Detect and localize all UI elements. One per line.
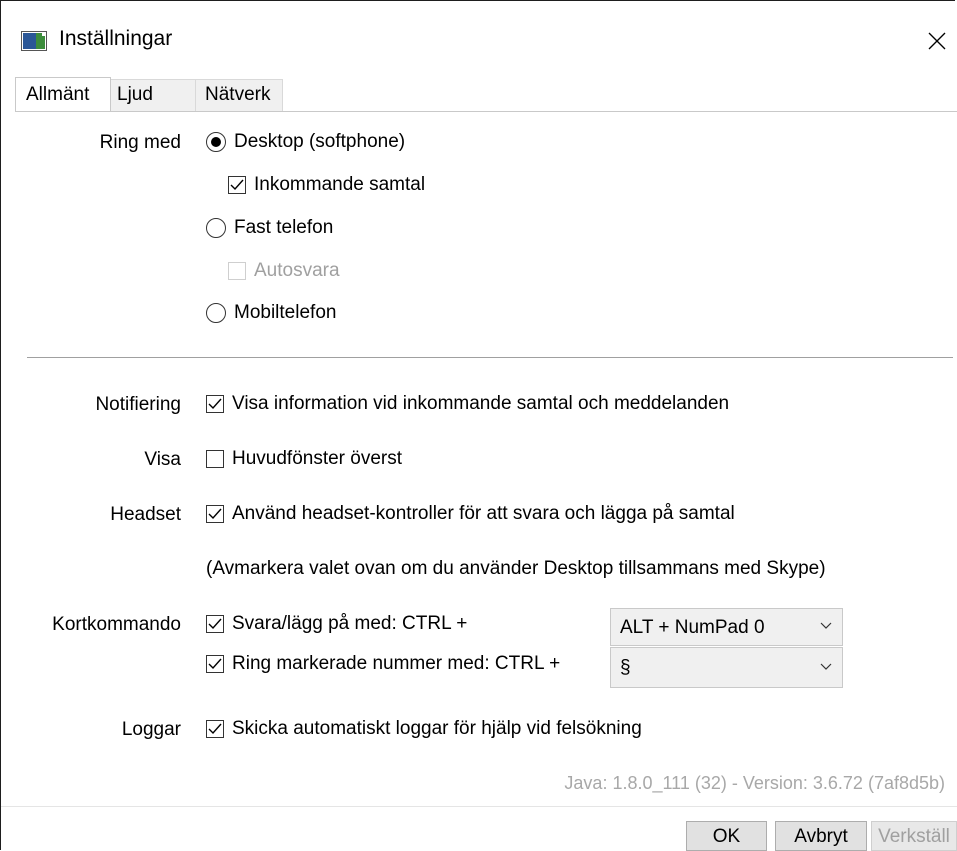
radio-dot (211, 137, 221, 147)
call-shortcut-select[interactable]: § (610, 647, 843, 688)
radio-mobile-label: Mobiltelefon (234, 302, 337, 323)
radio-mobile-phone[interactable]: Mobiltelefon (206, 302, 336, 324)
footer-divider (1, 806, 957, 807)
radio-button[interactable] (206, 132, 226, 152)
ok-button[interactable]: OK (686, 821, 767, 851)
call-shortcut-value: § (620, 657, 631, 678)
window-title: Inställningar (59, 27, 173, 50)
checkbox[interactable] (206, 450, 224, 468)
checkbox[interactable] (228, 262, 246, 280)
ring-with-label: Ring med (99, 132, 181, 153)
checkbox-headset[interactable]: Använd headset-kontroller för att svara … (206, 503, 735, 525)
radio-button[interactable] (206, 303, 226, 323)
check-icon (208, 508, 222, 520)
tab-ljud[interactable]: Ljud (110, 79, 196, 111)
checkbox[interactable] (206, 395, 224, 413)
answer-shortcut-value: ALT + NumPad 0 (620, 617, 765, 638)
headset-note: (Avmarkera valet ovan om du använder Des… (206, 558, 826, 579)
radio-button[interactable] (206, 218, 226, 238)
checkbox[interactable] (206, 615, 224, 633)
logs-label: Loggar (121, 719, 181, 740)
checkbox-incoming-calls[interactable]: Inkommande samtal (228, 174, 425, 196)
radio-desktop-label: Desktop (softphone) (234, 131, 406, 152)
check-icon (230, 179, 244, 191)
cancel-button[interactable]: Avbryt (775, 821, 867, 851)
checkbox-call-shortcut[interactable]: Ring markerade nummer med: CTRL + (206, 653, 560, 675)
checkbox[interactable] (206, 655, 224, 673)
radio-fixed-phone[interactable]: Fast telefon (206, 217, 333, 239)
chevron-down-icon (820, 663, 832, 670)
checkbox-send-logs[interactable]: Skicka automatiskt loggar för hjälp vid … (206, 718, 642, 740)
tab-allmant[interactable]: Allmänt (15, 77, 111, 111)
answer-shortcut-select[interactable]: ALT + NumPad 0 (610, 608, 843, 646)
checkbox-notify[interactable]: Visa information vid inkommande samtal o… (206, 393, 729, 415)
check-icon (208, 658, 222, 670)
checkbox[interactable] (206, 505, 224, 523)
show-label: Visa (144, 449, 181, 470)
check-icon (208, 618, 222, 630)
section-separator (27, 357, 953, 358)
title-bar: Inställningar (1, 1, 957, 79)
apply-button[interactable]: Verkställ (871, 821, 957, 851)
tab-natverk[interactable]: Nätverk (195, 79, 283, 111)
chevron-down-icon (820, 622, 832, 629)
checkbox-answer-shortcut[interactable]: Svara/lägg på med: CTRL + (206, 613, 467, 635)
check-icon (208, 723, 222, 735)
checkbox-autoanswer[interactable]: Autosvara (228, 260, 340, 282)
radio-fixed-label: Fast telefon (234, 217, 334, 238)
checkbox-incoming-label: Inkommande samtal (254, 174, 426, 195)
check-icon (208, 398, 222, 410)
checkbox-notify-label: Visa information vid inkommande samtal o… (232, 393, 730, 414)
close-icon[interactable] (919, 23, 955, 59)
checkbox-answer-shortcut-label: Svara/lägg på med: CTRL + (232, 613, 468, 634)
checkbox-headset-label: Använd headset-kontroller för att svara … (232, 503, 735, 524)
headset-label: Headset (110, 504, 181, 525)
app-icon (21, 31, 47, 51)
checkbox-send-logs-label: Skicka automatiskt loggar för hjälp vid … (232, 718, 642, 739)
checkbox[interactable] (206, 720, 224, 738)
radio-desktop[interactable]: Desktop (softphone) (206, 131, 405, 153)
notify-label: Notifiering (95, 394, 181, 415)
settings-window: Inställningar Ljud Nätverk Allmänt Ring … (0, 0, 957, 851)
checkbox-main-window-on-top[interactable]: Huvudfönster överst (206, 448, 402, 470)
checkbox[interactable] (228, 176, 246, 194)
checkbox-autoanswer-label: Autosvara (254, 260, 340, 281)
version-text: Java: 1.8.0_111 (32) - Version: 3.6.72 (… (564, 773, 945, 793)
shortcut-label: Kortkommando (52, 614, 181, 635)
checkbox-main-window-label: Huvudfönster överst (232, 448, 403, 469)
checkbox-call-shortcut-label: Ring markerade nummer med: CTRL + (232, 653, 561, 674)
tab-divider (15, 111, 957, 112)
